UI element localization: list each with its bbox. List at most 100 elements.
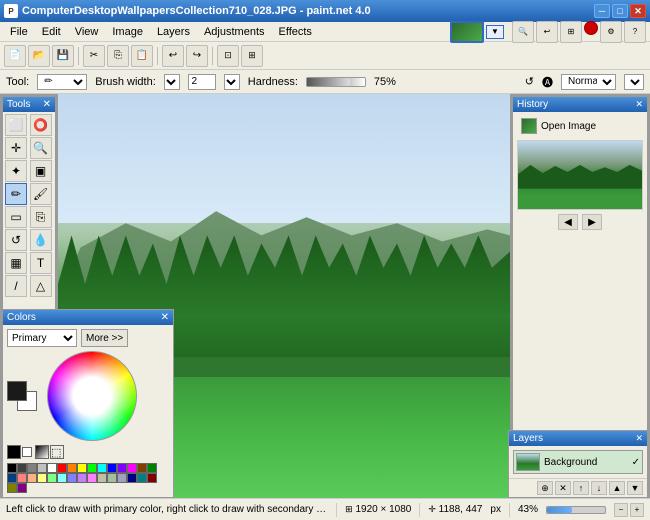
tool-magic-wand[interactable]: ✦ xyxy=(5,160,27,182)
tool-paintbrush[interactable]: 🖌 xyxy=(30,183,52,205)
tool-text[interactable]: T xyxy=(30,252,52,274)
history-panel-close[interactable]: ✕ xyxy=(635,99,643,110)
toolbar-redo[interactable]: ↪ xyxy=(186,45,208,67)
tool-eyedropper[interactable]: 💧 xyxy=(30,229,52,251)
menu-view[interactable]: View xyxy=(69,24,105,40)
toolbar-new[interactable]: 📄 xyxy=(4,45,26,67)
palette-gray[interactable] xyxy=(27,463,37,473)
toolbar-resize[interactable]: ⊞ xyxy=(241,45,263,67)
menu-file[interactable]: File xyxy=(4,24,34,40)
palette-steel[interactable] xyxy=(117,473,127,483)
toolbox-close[interactable]: ✕ xyxy=(43,99,51,110)
palette-maroon[interactable] xyxy=(147,473,157,483)
history-item-open[interactable]: Open Image xyxy=(517,116,643,136)
color-wheel[interactable] xyxy=(47,351,137,441)
tool-zoom[interactable]: 🔍 xyxy=(30,137,52,159)
colors-panel-close[interactable]: ✕ xyxy=(161,312,169,323)
palette-red[interactable] xyxy=(57,463,67,473)
blend-mode-select[interactable]: Normal xyxy=(561,74,616,90)
palette-white[interactable] xyxy=(47,463,57,473)
toolbar-open[interactable]: 📂 xyxy=(28,45,50,67)
tool-move[interactable]: ✛ xyxy=(5,137,27,159)
palette-green[interactable] xyxy=(147,463,157,473)
brush-width-input[interactable] xyxy=(188,74,216,90)
tool-line[interactable]: / xyxy=(5,275,27,297)
palette-lightyellow[interactable] xyxy=(37,473,47,483)
layer-down-btn[interactable]: ↓ xyxy=(591,481,607,495)
palette-brown[interactable] xyxy=(137,463,147,473)
layer-visibility-check[interactable]: ✓ xyxy=(632,457,640,468)
zoom-in-btn[interactable]: + xyxy=(630,503,644,517)
foreground-color-box[interactable] xyxy=(7,381,27,401)
tool-gradient[interactable]: ▦ xyxy=(5,252,27,274)
brush-width-unit2[interactable]: ⊙ xyxy=(224,74,240,90)
toolbar-paste[interactable]: 📋 xyxy=(131,45,153,67)
tool-pencil[interactable]: ✏ xyxy=(5,183,27,205)
history-forward-btn[interactable]: ▶ xyxy=(582,214,602,230)
gradient-swatch[interactable] xyxy=(35,445,49,459)
tool-lasso[interactable]: ⭕ xyxy=(30,114,52,136)
toolbar-crop[interactable]: ⊡ xyxy=(217,45,239,67)
palette-navy[interactable] xyxy=(7,473,17,483)
palette-magenta[interactable] xyxy=(127,463,137,473)
bg-swatch[interactable] xyxy=(22,447,32,457)
menu-effects[interactable]: Effects xyxy=(273,24,318,40)
zoom-out-btn[interactable]: − xyxy=(614,503,628,517)
thumbnail-arrow[interactable]: ▼ xyxy=(486,25,504,39)
palette-darkmagenta[interactable] xyxy=(17,483,27,493)
palette-lime[interactable] xyxy=(87,463,97,473)
brush-width-unit[interactable]: ⊙ xyxy=(164,74,180,90)
toolbar-history-btn[interactable]: ↩ xyxy=(536,21,558,43)
fg-swatch[interactable] xyxy=(7,445,21,459)
toolbar-copy[interactable]: ⎘ xyxy=(107,45,129,67)
palette-lightblue[interactable] xyxy=(67,473,77,483)
palette-orange[interactable] xyxy=(67,463,77,473)
palette-cyan[interactable] xyxy=(97,463,107,473)
palette-olive[interactable] xyxy=(7,483,17,493)
palette-black[interactable] xyxy=(7,463,17,473)
palette-silver[interactable] xyxy=(37,463,47,473)
menu-adjustments[interactable]: Adjustments xyxy=(198,24,271,40)
layer-delete-btn[interactable]: ✕ xyxy=(555,481,571,495)
palette-darknavy[interactable] xyxy=(127,473,137,483)
tool-eraser[interactable]: ▭ xyxy=(5,206,27,228)
palette-peach[interactable] xyxy=(27,473,37,483)
palette-khaki[interactable] xyxy=(97,473,107,483)
minimize-button[interactable]: ─ xyxy=(594,4,610,18)
toolbar-undo[interactable]: ↩ xyxy=(162,45,184,67)
palette-sage[interactable] xyxy=(107,473,117,483)
toolbar-settings-btn[interactable]: ⚙ xyxy=(600,21,622,43)
layer-merge-up-btn[interactable]: ▲ xyxy=(609,481,625,495)
layer-add-btn[interactable]: ⊕ xyxy=(537,481,553,495)
palette-lightcyan[interactable] xyxy=(57,473,67,483)
menu-edit[interactable]: Edit xyxy=(36,24,67,40)
toolbar-layers-btn[interactable]: ⊞ xyxy=(560,21,582,43)
toolbar-cut[interactable]: ✂ xyxy=(83,45,105,67)
palette-yellow[interactable] xyxy=(77,463,87,473)
menu-layers[interactable]: Layers xyxy=(151,24,196,40)
toolbar-colors-btn[interactable] xyxy=(584,21,598,35)
palette-pink[interactable] xyxy=(17,473,27,483)
palette-lavender[interactable] xyxy=(77,473,87,483)
palette-lightgreen[interactable] xyxy=(47,473,57,483)
tool-paint-bucket[interactable]: ▣ xyxy=(30,160,52,182)
hardness-slider[interactable] xyxy=(306,77,366,87)
palette-blue[interactable] xyxy=(107,463,117,473)
maximize-button[interactable]: □ xyxy=(612,4,628,18)
tool-recolor[interactable]: ↺ xyxy=(5,229,27,251)
toolbar-save[interactable]: 💾 xyxy=(52,45,74,67)
layers-panel-close[interactable]: ✕ xyxy=(635,433,643,444)
tool-rect-select[interactable]: ⬜ xyxy=(5,114,27,136)
zoom-slider[interactable] xyxy=(546,506,606,514)
palette-darkgray[interactable] xyxy=(17,463,27,473)
history-back-btn[interactable]: ◀ xyxy=(558,214,578,230)
menu-image[interactable]: Image xyxy=(106,24,149,40)
colors-more-btn[interactable]: More >> xyxy=(81,329,128,347)
opacity-select[interactable]: ⊙ xyxy=(624,74,644,90)
transparent-swatch[interactable]: ⬚ xyxy=(50,445,64,459)
toolbar-help-btn[interactable]: ? xyxy=(624,21,646,43)
toolbar-tools-btn[interactable]: 🔍 xyxy=(512,21,534,43)
close-button[interactable]: ✕ xyxy=(630,4,646,18)
tool-select[interactable]: ✏ xyxy=(37,74,87,90)
tool-clone[interactable]: ⎘ xyxy=(30,206,52,228)
